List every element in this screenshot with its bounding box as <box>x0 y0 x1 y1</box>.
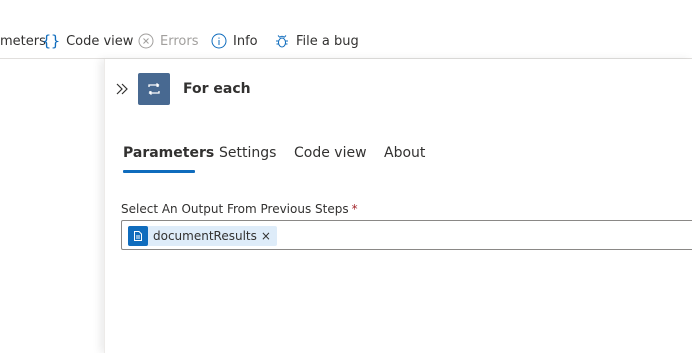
tab-code-view[interactable]: Code view <box>294 143 367 171</box>
braces-icon: {} <box>42 32 61 50</box>
tab-parameters[interactable]: Parameters <box>123 143 215 173</box>
tab-about-label: About <box>384 145 426 161</box>
info-icon <box>211 33 227 49</box>
toolbar-file-a-bug-label: File a bug <box>296 33 359 49</box>
document-icon <box>128 226 148 246</box>
token-remove-button[interactable]: × <box>261 229 271 243</box>
tab-about[interactable]: About <box>384 143 425 171</box>
tab-code-view-label: Code view <box>294 145 367 161</box>
bug-icon <box>274 33 290 49</box>
toolbar-code-view-button[interactable]: {} Code view <box>42 31 133 51</box>
collapse-panel-button[interactable] <box>113 80 131 98</box>
toolbar-errors-button[interactable]: Errors <box>138 31 198 51</box>
token-label: documentResults <box>153 229 257 243</box>
toolbar-parameters-label: meters <box>0 33 46 49</box>
required-indicator: * <box>351 202 358 216</box>
toolbar-errors-label: Errors <box>160 33 199 49</box>
toolbar-code-view-label: Code view <box>66 33 134 49</box>
toolbar-info-button[interactable]: Info <box>211 31 258 51</box>
toolbar-info-label: Info <box>233 33 258 49</box>
double-chevron-right-icon <box>116 83 128 95</box>
tab-settings-label: Settings <box>219 145 277 161</box>
error-circle-icon <box>138 33 154 49</box>
designer-canvas[interactable] <box>0 59 104 353</box>
document-results-token[interactable]: documentResults × <box>128 226 277 246</box>
designer-toolbar: meters {} Code view Errors Info File a b… <box>0 0 692 59</box>
tab-parameters-label: Parameters <box>123 145 215 161</box>
for-each-action-icon <box>138 73 170 105</box>
tab-settings[interactable]: Settings <box>219 143 276 171</box>
action-details-panel: For each Parameters Settings Code view A… <box>104 59 692 353</box>
toolbar-parameters-button[interactable]: meters <box>0 31 46 51</box>
loop-icon <box>148 83 160 95</box>
active-tab-indicator <box>123 170 195 173</box>
output-field-label-text: Select An Output From Previous Steps <box>121 202 349 216</box>
toolbar-file-a-bug-button[interactable]: File a bug <box>274 31 359 51</box>
output-field-label: Select An Output From Previous Steps * <box>121 202 358 216</box>
output-field-input[interactable]: documentResults × <box>121 220 692 250</box>
panel-title: For each <box>183 81 251 97</box>
